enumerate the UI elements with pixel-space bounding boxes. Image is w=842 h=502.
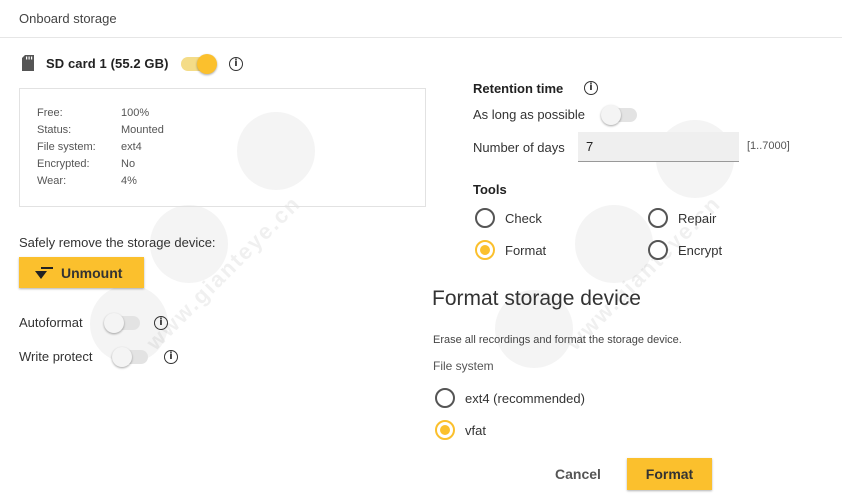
sd-card-row: SD card 1 (55.2 GB) <box>22 52 169 74</box>
format-button[interactable]: Format <box>627 458 712 490</box>
number-of-days-label: Number of days <box>473 140 565 155</box>
status-key: Encrypted: <box>37 158 90 170</box>
tool-repair-label[interactable]: Repair <box>678 211 716 226</box>
status-key: Wear: <box>37 175 67 187</box>
status-value: ext4 <box>121 141 142 153</box>
tool-format-label[interactable]: Format <box>505 243 546 258</box>
write-protect-info-icon[interactable]: i <box>164 350 178 364</box>
format-panel-title: Format storage device <box>432 287 641 310</box>
unmount-label: Unmount <box>61 264 123 281</box>
sd-card-label: SD card 1 (55.2 GB) <box>46 55 169 71</box>
retention-info-icon[interactable]: i <box>584 81 598 95</box>
status-value: 100% <box>121 107 150 119</box>
page-title: Onboard storage <box>19 11 117 26</box>
sd-card-icon <box>22 55 34 71</box>
header: Onboard storage <box>0 0 842 38</box>
as-long-as-possible-toggle[interactable] <box>601 105 637 125</box>
autoformat-info-icon[interactable]: i <box>154 316 168 330</box>
tool-repair-radio[interactable] <box>648 208 668 228</box>
autoformat-toggle[interactable] <box>104 313 140 333</box>
tool-check-radio[interactable] <box>475 208 495 228</box>
unmount-button[interactable]: Unmount <box>19 257 144 288</box>
tool-check-label[interactable]: Check <box>505 211 542 226</box>
tool-format-radio[interactable] <box>475 240 495 260</box>
fs-vfat-label[interactable]: vfat <box>465 423 486 438</box>
format-description: Erase all recordings and format the stor… <box>433 334 682 346</box>
status-key: File system: <box>37 141 96 153</box>
write-protect-toggle[interactable] <box>112 347 148 367</box>
fs-ext4-radio[interactable] <box>435 388 455 408</box>
as-long-as-possible-label: As long as possible <box>473 107 586 122</box>
toggle-knob <box>601 105 621 125</box>
safely-remove-label: Safely remove the storage device: <box>19 235 216 250</box>
eject-icon-bar <box>41 267 53 269</box>
autoformat-label: Autoformat <box>19 315 83 330</box>
tool-encrypt-label[interactable]: Encrypt <box>678 243 722 258</box>
sd-card-toggle[interactable] <box>181 54 217 74</box>
file-system-label: File system <box>433 359 494 373</box>
cancel-button[interactable]: Cancel <box>548 460 608 488</box>
status-key: Free: <box>37 107 63 119</box>
write-protect-label: Write protect <box>19 349 93 364</box>
storage-status-box: Free: 100% Status: Mounted File system: … <box>19 88 426 207</box>
toggle-knob <box>197 54 217 74</box>
status-value: Mounted <box>121 124 164 136</box>
status-key: Status: <box>37 124 72 136</box>
toggle-knob <box>104 313 124 333</box>
fs-ext4-label[interactable]: ext4 (recommended) <box>465 391 585 406</box>
sd-card-info-icon[interactable]: i <box>229 57 243 71</box>
days-range-hint: [1..7000] <box>747 140 790 152</box>
retention-title: Retention time <box>473 81 564 96</box>
toggle-knob <box>112 347 132 367</box>
eject-icon <box>35 270 47 279</box>
fs-vfat-radio[interactable] <box>435 420 455 440</box>
status-value: No <box>121 158 136 170</box>
tool-encrypt-radio[interactable] <box>648 240 668 260</box>
number-of-days-input[interactable] <box>578 132 739 162</box>
status-value: 4% <box>121 175 137 187</box>
tools-title: Tools <box>473 182 507 197</box>
